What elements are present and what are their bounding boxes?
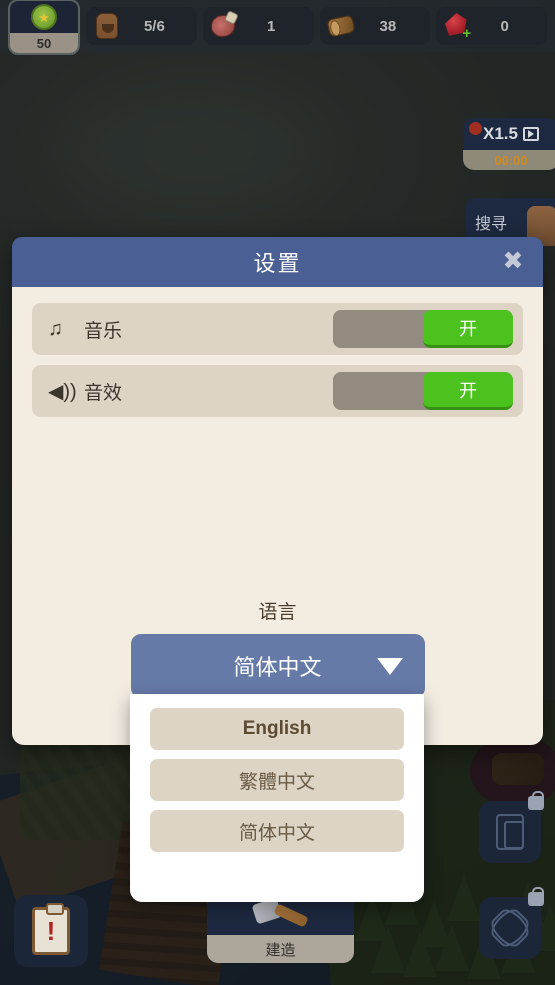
boost-widget[interactable]: X1.5 00:00 bbox=[463, 118, 555, 170]
language-dropdown: English 繁體中文 简体中文 bbox=[130, 694, 424, 902]
top-hud: ★ 50 5/6 1 38 + 0 bbox=[0, 0, 555, 55]
boost-multiplier-label: X1.5 bbox=[483, 124, 518, 143]
boost-timer: 00:00 bbox=[463, 150, 555, 170]
language-select[interactable]: 简体中文 bbox=[130, 634, 425, 698]
resource-value-food: 1 bbox=[266, 17, 276, 35]
cards-icon bbox=[496, 814, 524, 850]
score-value: 50 bbox=[10, 33, 78, 53]
language-selected-value: 简体中文 bbox=[233, 655, 322, 680]
build-button-label: 建造 bbox=[207, 935, 354, 963]
resource-chip-food[interactable]: 1 bbox=[202, 7, 314, 45]
music-toggle[interactable]: 开 bbox=[333, 310, 513, 348]
sound-toggle-state: 开 bbox=[423, 372, 513, 410]
gem-icon: + bbox=[444, 13, 472, 42]
language-option-english[interactable]: English bbox=[150, 708, 404, 750]
notification-dot-icon bbox=[469, 122, 482, 135]
meat-icon bbox=[210, 13, 237, 39]
setting-row-music: ♫ 音乐 开 bbox=[32, 303, 523, 355]
atom-icon bbox=[486, 904, 534, 952]
resource-chip-population[interactable]: 5/6 bbox=[86, 7, 197, 45]
resource-value-gem: 0 bbox=[500, 17, 509, 35]
setting-row-sound: ◀)) 音效 开 bbox=[32, 365, 523, 417]
language-label: 语言 bbox=[258, 602, 297, 623]
music-note-icon: ♫ bbox=[48, 317, 63, 340]
language-section: 语言 简体中文 bbox=[12, 597, 543, 698]
wood-log-icon bbox=[325, 13, 356, 39]
lock-icon bbox=[528, 887, 544, 906]
settings-dialog: 设置 ✖ ♫ 音乐 开 ◀)) 音效 开 语言 简体中文 bbox=[12, 237, 543, 745]
setting-label-music: 音乐 bbox=[84, 320, 123, 342]
resource-chip-gem[interactable]: + 0 bbox=[436, 7, 547, 45]
quest-button[interactable]: ! bbox=[14, 895, 88, 967]
game-screen: ★ 50 5/6 1 38 + 0 X1.5 00:00 搜寻 ! 建造 设置 … bbox=[0, 0, 555, 985]
settings-dialog-body: ♫ 音乐 开 ◀)) 音效 开 bbox=[12, 287, 543, 417]
resource-value-wood: 38 bbox=[379, 17, 397, 35]
clipboard-alert-icon: ! bbox=[32, 903, 70, 955]
caret-down-icon bbox=[376, 658, 403, 675]
person-icon bbox=[94, 13, 120, 39]
language-option-simplified-chinese[interactable]: 简体中文 bbox=[150, 810, 404, 852]
video-ad-icon bbox=[522, 127, 539, 141]
language-option-traditional-chinese[interactable]: 繁體中文 bbox=[150, 759, 404, 801]
settings-dialog-title: 设置 bbox=[253, 251, 302, 276]
speaker-icon: ◀)) bbox=[48, 380, 77, 403]
research-button[interactable] bbox=[479, 887, 544, 959]
close-icon[interactable]: ✖ bbox=[499, 248, 527, 276]
resource-chip-wood[interactable]: 38 bbox=[319, 7, 431, 45]
score-badge[interactable]: ★ 50 bbox=[8, 0, 80, 55]
setting-label-sound: 音效 bbox=[84, 382, 123, 404]
search-button-label: 搜寻 bbox=[475, 216, 508, 233]
cards-button[interactable] bbox=[479, 791, 544, 863]
star-medal-icon: ★ bbox=[31, 4, 57, 30]
lock-icon bbox=[528, 791, 544, 810]
music-toggle-state: 开 bbox=[423, 310, 513, 348]
gem-plus-badge: + bbox=[462, 25, 472, 42]
alert-mark: ! bbox=[46, 915, 56, 946]
resource-value-population: 5/6 bbox=[143, 17, 165, 35]
sound-toggle[interactable]: 开 bbox=[333, 372, 513, 410]
settings-dialog-header: 设置 ✖ bbox=[12, 237, 543, 287]
